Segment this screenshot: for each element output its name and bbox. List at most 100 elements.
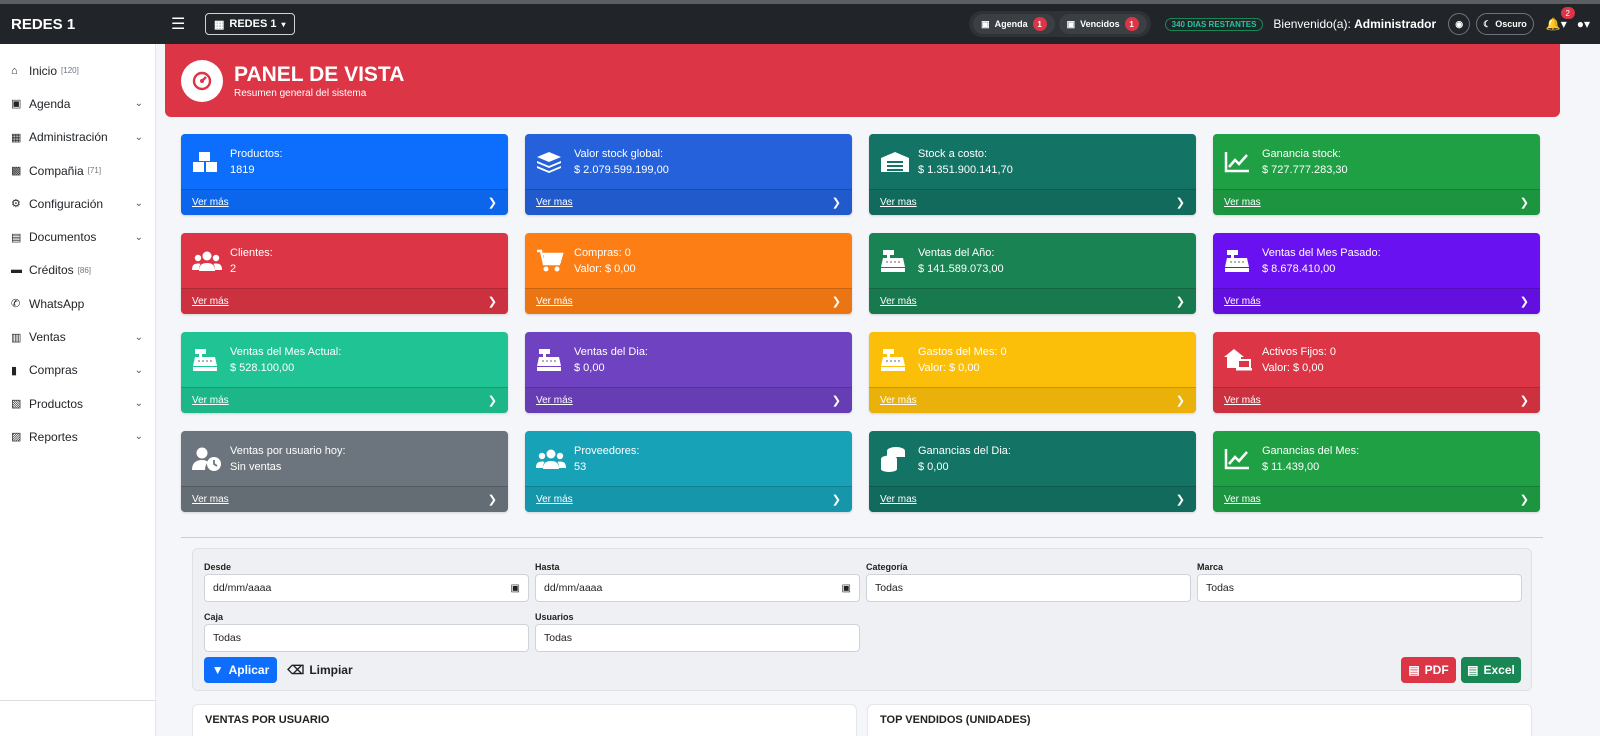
chevron-right-icon[interactable]: ❯: [1520, 493, 1529, 506]
vencidos-button[interactable]: ▣ Vencidos 1: [1058, 14, 1147, 34]
notifications-button[interactable]: 🔔▾ 2: [1546, 7, 1575, 31]
ver-mas-link[interactable]: Ver más: [536, 395, 573, 406]
user-menu-button[interactable]: ●▾: [1577, 17, 1590, 31]
stat-card-text: Gastos del Mes: 0 Valor: $ 0,00: [918, 344, 1007, 376]
ver-mas-link[interactable]: Ver más: [192, 395, 229, 406]
chevron-right-icon[interactable]: ❯: [1176, 493, 1185, 506]
ver-mas-link[interactable]: Ver más: [1224, 395, 1261, 406]
ver-mas-link[interactable]: Ver más: [536, 494, 573, 505]
hasta-date-input[interactable]: dd/mm/aaaa ▣: [535, 574, 860, 602]
stat-card-footer[interactable]: Ver más ❯: [1213, 288, 1540, 314]
clear-filters-button[interactable]: ⌫ Limpiar: [285, 657, 355, 683]
stat-card-label: Stock a costo:: [918, 147, 988, 160]
stat-card-footer[interactable]: Ver más ❯: [869, 288, 1196, 314]
chevron-right-icon[interactable]: ❯: [1176, 196, 1185, 209]
ver-mas-link[interactable]: Ver mas: [1224, 494, 1261, 505]
sidebar-item-administracion[interactable]: ▦ Administración ⌄: [0, 121, 155, 154]
ver-mas-link[interactable]: Ver mas: [1224, 197, 1261, 208]
ver-mas-link[interactable]: Ver más: [192, 296, 229, 307]
stat-card-text: Clientes: 2: [230, 245, 273, 277]
sidebar-item-documentos[interactable]: ▤ Documentos ⌄: [0, 220, 155, 253]
marca-value: Todas: [1206, 582, 1235, 594]
ver-mas-link[interactable]: Ver mas: [192, 494, 229, 505]
chevron-right-icon[interactable]: ❯: [1176, 394, 1185, 407]
ver-mas-link[interactable]: Ver mas: [536, 197, 573, 208]
chevron-down-icon[interactable]: ⌄: [135, 232, 143, 243]
chevron-right-icon[interactable]: ❯: [488, 196, 497, 209]
chevron-right-icon[interactable]: ❯: [488, 295, 497, 308]
stat-card-footer[interactable]: Ver mas ❯: [869, 189, 1196, 215]
usuarios-select[interactable]: Todas: [535, 624, 860, 652]
caja-label: Caja: [204, 612, 224, 622]
agenda-button[interactable]: ▣ Agenda 1: [973, 14, 1055, 34]
stat-card-footer[interactable]: Ver mas ❯: [1213, 486, 1540, 512]
chevron-right-icon[interactable]: ❯: [832, 394, 841, 407]
page-title: PANEL DE VISTA: [234, 62, 405, 86]
ver-mas-link[interactable]: Ver más: [192, 197, 229, 208]
chart-icon: ▨: [11, 431, 22, 444]
stat-card-footer[interactable]: Ver mas ❯: [1213, 189, 1540, 215]
chevron-down-icon[interactable]: ⌄: [135, 398, 143, 409]
ver-mas-link[interactable]: Ver mas: [880, 197, 917, 208]
chevron-down-icon[interactable]: ⌄: [135, 365, 143, 376]
desde-date-input[interactable]: dd/mm/aaaa ▣: [204, 574, 529, 602]
stat-card-footer[interactable]: Ver mas ❯: [525, 189, 852, 215]
stat-card-footer[interactable]: Ver más ❯: [181, 387, 508, 413]
apply-filters-button[interactable]: ▼ Aplicar: [204, 657, 277, 683]
stat-card-footer[interactable]: Ver más ❯: [869, 387, 1196, 413]
chevron-right-icon[interactable]: ❯: [1176, 295, 1185, 308]
chevron-down-icon[interactable]: ⌄: [135, 198, 143, 209]
stat-card-label: Ventas del Mes Pasado:: [1262, 246, 1381, 259]
ver-mas-link[interactable]: Ver más: [1224, 296, 1261, 307]
palette-button[interactable]: ◉: [1448, 13, 1471, 35]
categoria-select[interactable]: Todas: [866, 574, 1191, 602]
sidebar-item-ventas[interactable]: ▥ Ventas ⌄: [0, 320, 155, 353]
chevron-down-icon[interactable]: ⌄: [135, 332, 143, 343]
stat-card-footer[interactable]: Ver más ❯: [525, 486, 852, 512]
theme-toggle-button[interactable]: ☾ Oscuro: [1476, 13, 1534, 35]
menu-toggle-icon[interactable]: ☰: [171, 14, 205, 34]
chevron-right-icon[interactable]: ❯: [832, 295, 841, 308]
sidebar-item-productos[interactable]: ▧ Productos ⌄: [0, 387, 155, 420]
stat-card-footer[interactable]: Ver mas ❯: [869, 486, 1196, 512]
ver-mas-link[interactable]: Ver más: [880, 395, 917, 406]
chevron-right-icon[interactable]: ❯: [488, 493, 497, 506]
export-excel-button[interactable]: ▤ Excel: [1461, 657, 1521, 683]
stat-card-footer[interactable]: Ver más ❯: [181, 288, 508, 314]
stat-card-footer[interactable]: Ver más ❯: [1213, 387, 1540, 413]
sidebar-item-agenda[interactable]: ▣ Agenda ⌄: [0, 87, 155, 120]
stat-card-footer[interactable]: Ver más ❯: [525, 288, 852, 314]
company-selector[interactable]: ▦ REDES 1 ▾: [205, 13, 295, 35]
chevron-right-icon[interactable]: ❯: [1520, 295, 1529, 308]
stat-card-body: Ventas del Mes Actual: $ 528.100,00: [181, 332, 508, 387]
sidebar-item-configuracion[interactable]: ⚙ Configuración ⌄: [0, 187, 155, 220]
chevron-right-icon[interactable]: ❯: [1520, 196, 1529, 209]
chevron-right-icon[interactable]: ❯: [832, 196, 841, 209]
sidebar-item-reportes[interactable]: ▨ Reportes ⌄: [0, 420, 155, 453]
sidebar-item-compras[interactable]: ▮ Compras ⌄: [0, 354, 155, 387]
calendar-icon[interactable]: ▣: [842, 583, 851, 594]
marca-select[interactable]: Todas: [1197, 574, 1522, 602]
chevron-right-icon[interactable]: ❯: [488, 394, 497, 407]
chevron-down-icon[interactable]: ⌄: [135, 132, 143, 143]
chevron-down-icon[interactable]: ⌄: [135, 431, 143, 442]
calendar-icon[interactable]: ▣: [511, 583, 520, 594]
ver-mas-link[interactable]: Ver más: [536, 296, 573, 307]
stat-card-footer[interactable]: Ver más ❯: [525, 387, 852, 413]
ver-mas-link[interactable]: Ver mas: [880, 494, 917, 505]
ver-mas-link[interactable]: Ver más: [880, 296, 917, 307]
brand-title[interactable]: REDES 1: [11, 16, 161, 33]
sidebar-item-inicio[interactable]: ⌂ Inicio [120]: [0, 54, 155, 87]
sidebar-item-whatsapp[interactable]: ✆ WhatsApp: [0, 287, 155, 320]
caja-select[interactable]: Todas: [204, 624, 529, 652]
export-pdf-button[interactable]: ▤ PDF: [1401, 657, 1456, 683]
chevron-right-icon[interactable]: ❯: [1520, 394, 1529, 407]
stat-card-footer[interactable]: Ver más ❯: [181, 189, 508, 215]
chevron-down-icon[interactable]: ⌄: [135, 98, 143, 109]
stat-card-footer[interactable]: Ver mas ❯: [181, 486, 508, 512]
sidebar-item-label: Inicio: [29, 63, 58, 78]
chevron-right-icon[interactable]: ❯: [832, 493, 841, 506]
sidebar-item-creditos[interactable]: ▬ Créditos [86]: [0, 254, 155, 287]
page-subtitle: Resumen general del sistema: [234, 87, 367, 99]
sidebar-item-compania[interactable]: ▩ Compañia [71]: [0, 154, 155, 187]
